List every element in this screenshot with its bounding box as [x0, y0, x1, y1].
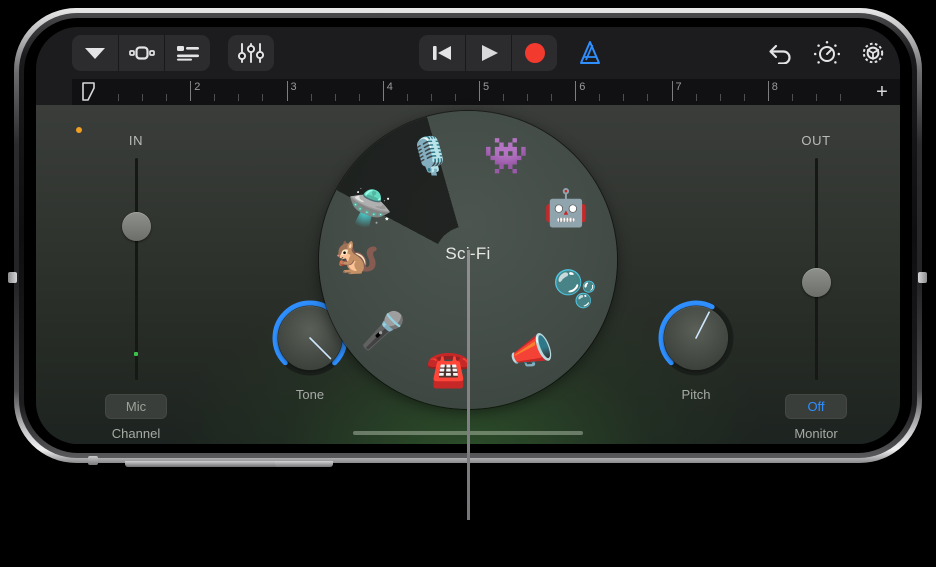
loop-browser-icon [128, 45, 155, 61]
phone-ring-switch [275, 461, 333, 467]
preset-monster[interactable]: 👾 [479, 129, 533, 183]
input-slider-track [135, 158, 138, 380]
output-slider[interactable] [771, 158, 861, 380]
track-controls-group [228, 35, 274, 71]
ruler-beat-tick [551, 94, 553, 101]
ruler-bar-number: 2 [194, 81, 201, 93]
track-controls-button[interactable] [228, 35, 274, 71]
ruler-beat-tick [647, 94, 649, 101]
preset-clean[interactable]: 🎙️ [403, 129, 457, 183]
undo-button[interactable] [758, 35, 804, 71]
play-triangle-icon [478, 42, 500, 64]
metronome-button[interactable] [567, 35, 613, 71]
track-view-button[interactable] [118, 35, 164, 71]
ruler-beat-tick [262, 94, 264, 101]
ruler-bar-number: 6 [579, 81, 586, 93]
preset-vocal[interactable]: 🎤 [356, 304, 410, 358]
recording-dot-indicator [76, 127, 82, 133]
ruler-beat-tick [214, 94, 216, 101]
ruler-beat-tick [503, 94, 505, 101]
input-level-led [134, 352, 138, 356]
preset-alien[interactable]: 🛸 [343, 181, 397, 235]
app-toolbar [72, 27, 900, 79]
preset-chipmunk[interactable]: 🐿️ [330, 229, 384, 283]
sliders-icon [238, 42, 264, 64]
list-lines-icon [176, 45, 200, 61]
play-button[interactable] [465, 35, 511, 71]
phone-side-notch-right [918, 272, 927, 283]
output-label: OUT [801, 133, 831, 148]
pitch-knob-group: Pitch [641, 297, 751, 402]
ruler-beat-tick [430, 94, 432, 101]
my-songs-button[interactable] [72, 35, 118, 71]
phone-bottom-notch [88, 456, 98, 465]
ruler-bar-number: 4 [386, 81, 393, 93]
ruler-beat-tick [118, 94, 120, 101]
undo-arrow-icon [768, 42, 794, 64]
ruler-beat-tick [310, 94, 312, 101]
pitch-knob[interactable] [655, 297, 737, 379]
ruler-beat-tick [599, 94, 601, 101]
monitor-button[interactable]: Off [785, 394, 847, 419]
chevron-down-icon [84, 46, 106, 60]
gear-icon [859, 39, 887, 67]
ruler-beat-tick [406, 94, 408, 101]
ruler-bar-number: 3 [290, 81, 297, 93]
screenshot-root: 2 3 4 5 6 7 8 + IN Mic Channel OUT Off Monitor… [0, 0, 936, 567]
record-circle-icon [523, 41, 547, 65]
ruler-beat-tick [791, 94, 793, 101]
ruler-bar-number: 8 [771, 81, 778, 93]
tone-caption: Tone [295, 387, 325, 402]
fx-dial-icon [813, 39, 841, 67]
rewind-to-start-icon [430, 43, 454, 63]
preset-megaphone[interactable]: 📣 [505, 324, 559, 378]
ruler-beat-tick [334, 94, 336, 101]
channel-caption: Channel [111, 426, 161, 441]
ruler-beat-tick [695, 94, 697, 101]
ruler-bar-number: 7 [675, 81, 682, 93]
timeline-ruler[interactable]: 2 3 4 5 6 7 8 + [72, 79, 900, 105]
ruler-beat-tick [743, 94, 745, 101]
record-button[interactable] [511, 35, 557, 71]
transport-button-group [419, 35, 557, 71]
output-slider-thumb[interactable] [802, 268, 831, 297]
pitch-knob-pointer [695, 311, 710, 339]
phone-side-notch-left [8, 272, 17, 283]
pitch-caption: Pitch [681, 387, 711, 402]
ruler-beat-tick [719, 94, 721, 101]
navigation-button-group [72, 35, 210, 71]
settings-button[interactable] [850, 35, 896, 71]
ruler-beat-tick [238, 94, 240, 101]
output-slider-column: OUT Off Monitor [771, 133, 861, 441]
ruler-beat-tick [142, 94, 144, 101]
fx-button[interactable] [804, 35, 850, 71]
input-label: IN [128, 133, 144, 148]
ruler-beat-tick [839, 94, 841, 101]
ruler-beat-tick [623, 94, 625, 101]
metronome-icon [576, 40, 604, 66]
mixer-list-button[interactable] [164, 35, 210, 71]
monitor-caption: Monitor [794, 426, 838, 441]
channel-button[interactable]: Mic [105, 394, 167, 419]
add-section-button[interactable]: + [870, 82, 894, 102]
callout-line [467, 250, 470, 520]
preset-helium[interactable]: 🫧 [548, 262, 602, 316]
input-slider-thumb[interactable] [122, 212, 151, 242]
ruler-bar-number: 5 [483, 81, 490, 93]
ruler-beat-tick [454, 94, 456, 101]
ruler-beat-tick [166, 94, 168, 101]
ruler-beat-tick [815, 94, 817, 101]
ruler-beat-tick [527, 94, 529, 101]
rewind-button[interactable] [419, 35, 465, 71]
ruler-ticks: 2 3 4 5 6 7 8 [94, 79, 864, 105]
input-slider-column: IN Mic Channel [91, 133, 181, 441]
preset-robot[interactable]: 🤖 [539, 181, 593, 235]
ruler-beat-tick [358, 94, 360, 101]
input-slider[interactable] [91, 158, 181, 380]
